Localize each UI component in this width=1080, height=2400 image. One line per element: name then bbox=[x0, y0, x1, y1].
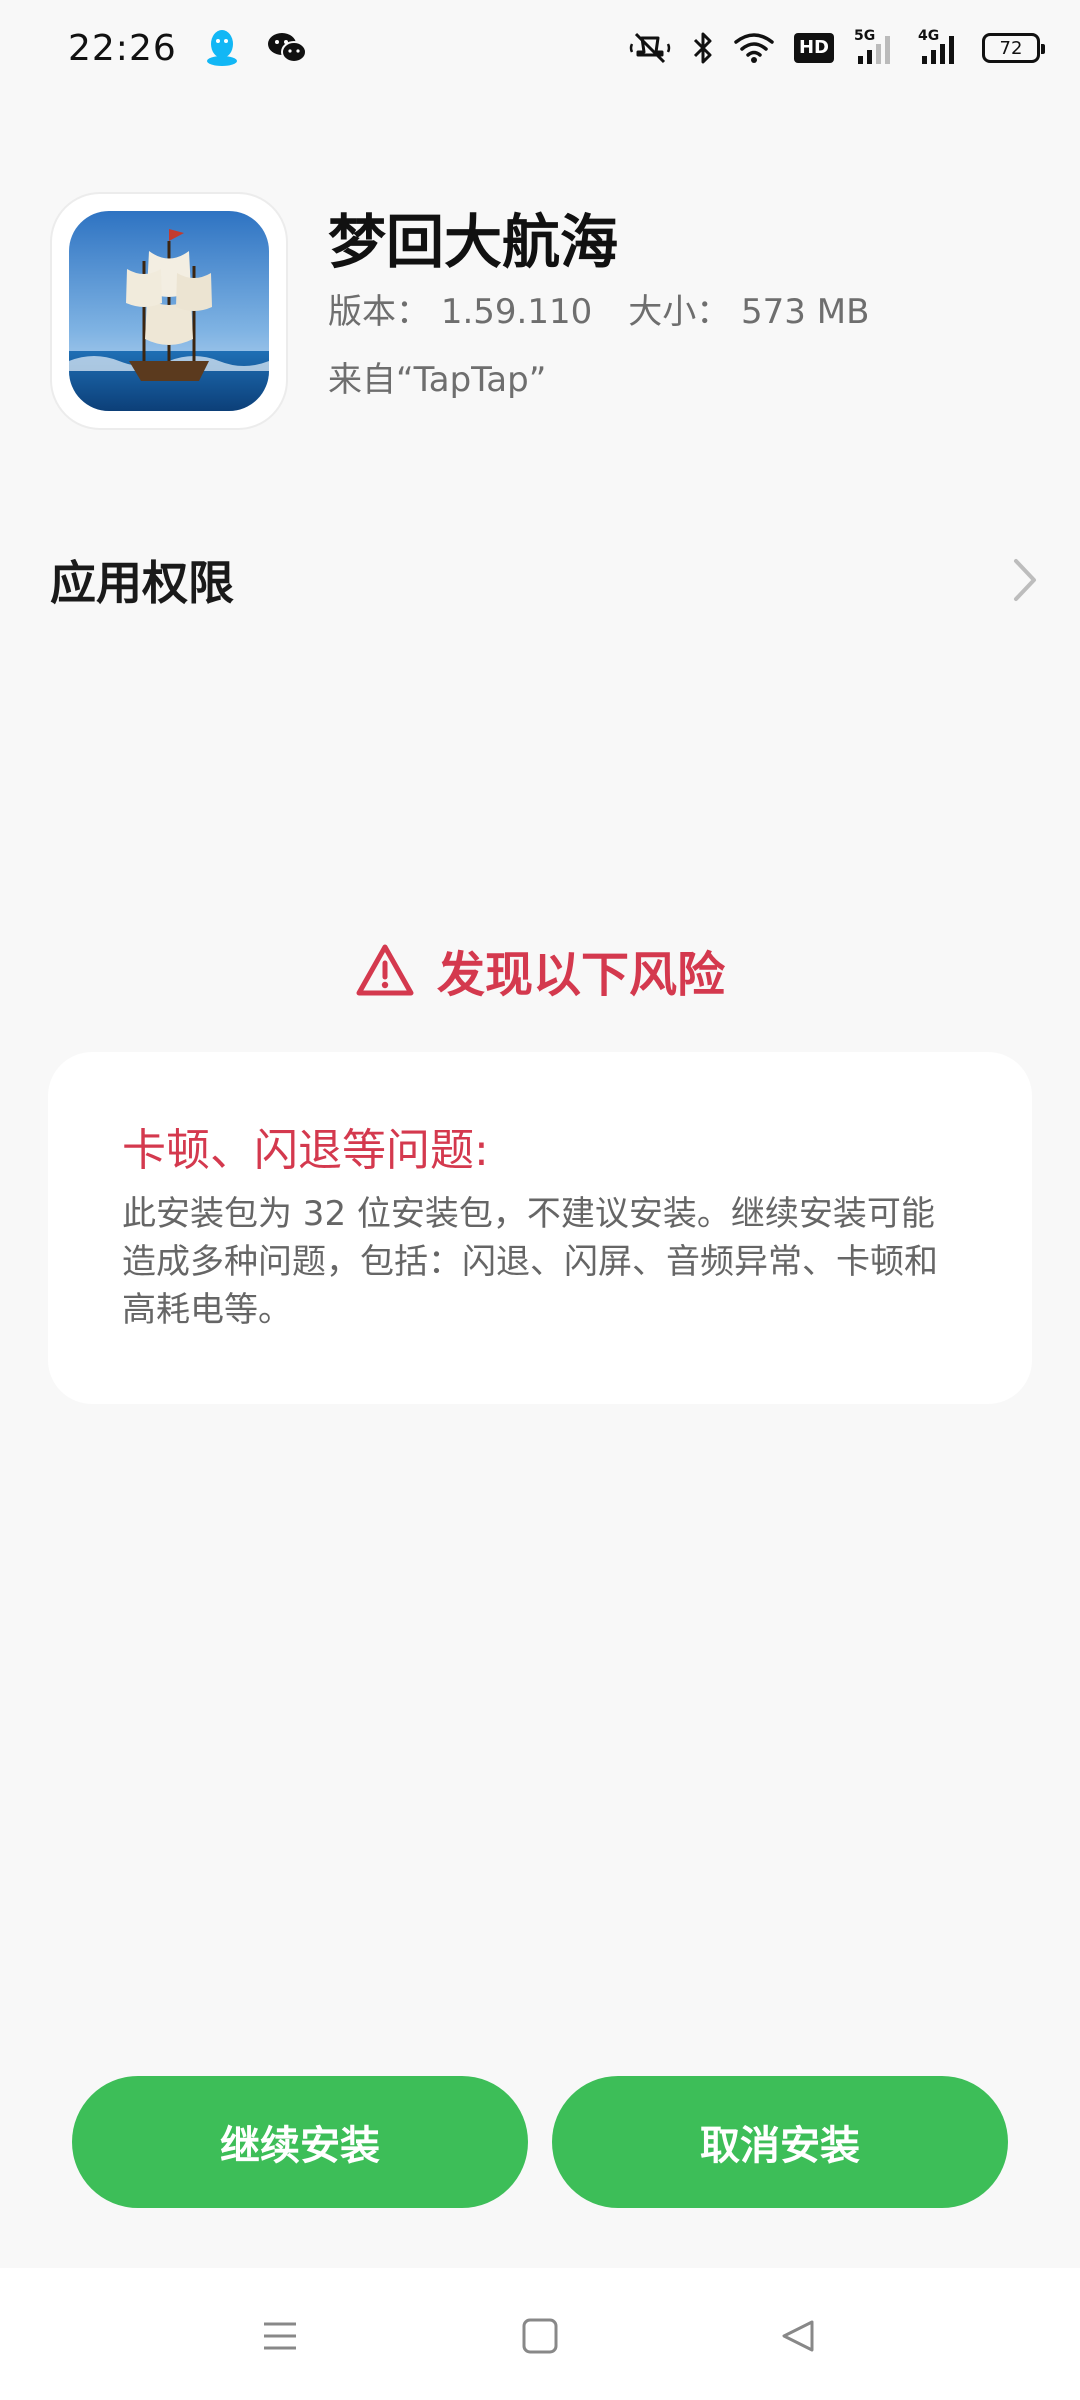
cancel-install-button[interactable]: 取消安装 bbox=[552, 2076, 1008, 2208]
size-value: 573 MB bbox=[741, 292, 870, 332]
version-value: 1.59.110 bbox=[440, 292, 593, 332]
battery-icon: 72 bbox=[982, 33, 1045, 63]
navigation-bar bbox=[0, 2268, 1080, 2400]
signal-4g-icon: 4G bbox=[918, 28, 962, 66]
wifi-icon bbox=[734, 32, 774, 64]
app-header: 梦回大航海 版本： 1.59.110 大小： 573 MB 来自“TapTap” bbox=[50, 192, 1030, 432]
permissions-row[interactable]: 应用权限 bbox=[50, 540, 1040, 620]
size-label: 大小： bbox=[628, 292, 731, 332]
app-source: 来自“TapTap” bbox=[328, 360, 547, 400]
app-meta: 版本： 1.59.110 大小： 573 MB bbox=[328, 290, 869, 334]
battery-level: 72 bbox=[999, 37, 1023, 59]
risk-card: 卡顿、闪退等问题: 此安装包为 32 位安装包，不建议安装。继续安装可能造成多种… bbox=[48, 1052, 1032, 1404]
install-screen: 22:26 HD 5G 4G 72 梦回大航海 版本： 1.59.110 大小：… bbox=[0, 0, 1080, 2400]
app-name: 梦回大航海 bbox=[328, 208, 619, 276]
back-icon[interactable] bbox=[768, 2306, 828, 2366]
chevron-right-icon bbox=[1010, 557, 1040, 603]
version-info: 版本： 1.59.110 bbox=[328, 290, 592, 334]
size-info: 大小： 573 MB bbox=[628, 290, 869, 334]
signal-5g-icon: 5G bbox=[854, 28, 898, 66]
app-icon bbox=[50, 192, 288, 430]
wechat-icon bbox=[267, 31, 307, 65]
permissions-label: 应用权限 bbox=[50, 556, 234, 610]
app-info: 梦回大航海 版本： 1.59.110 大小： 573 MB 来自“TapTap” bbox=[328, 192, 869, 432]
status-right: HD 5G 4G 72 bbox=[628, 28, 1045, 66]
status-left: 22:26 bbox=[68, 28, 307, 69]
risk-title: 发现以下风险 bbox=[436, 947, 725, 1003]
bluetooth-icon bbox=[692, 31, 714, 65]
status-bar: 22:26 HD 5G 4G 72 bbox=[0, 0, 1080, 96]
risk-issue-description: 此安装包为 32 位安装包，不建议安装。继续安装可能造成多种问题，包括：闪退、闪… bbox=[122, 1194, 938, 1330]
warning-icon bbox=[355, 943, 415, 997]
risk-heading: 发现以下风险 bbox=[0, 930, 1080, 1010]
hd-icon: HD bbox=[793, 33, 834, 63]
home-icon[interactable] bbox=[510, 2306, 570, 2366]
ship-icon bbox=[69, 211, 269, 411]
menu-icon[interactable] bbox=[250, 2306, 310, 2366]
status-time: 22:26 bbox=[68, 27, 177, 69]
risk-issue-title: 卡顿、闪退等问题: bbox=[122, 1125, 489, 1176]
version-label: 版本： bbox=[328, 292, 430, 332]
mute-icon bbox=[628, 30, 672, 66]
continue-install-button[interactable]: 继续安装 bbox=[72, 2076, 528, 2208]
qq-icon bbox=[205, 28, 239, 68]
